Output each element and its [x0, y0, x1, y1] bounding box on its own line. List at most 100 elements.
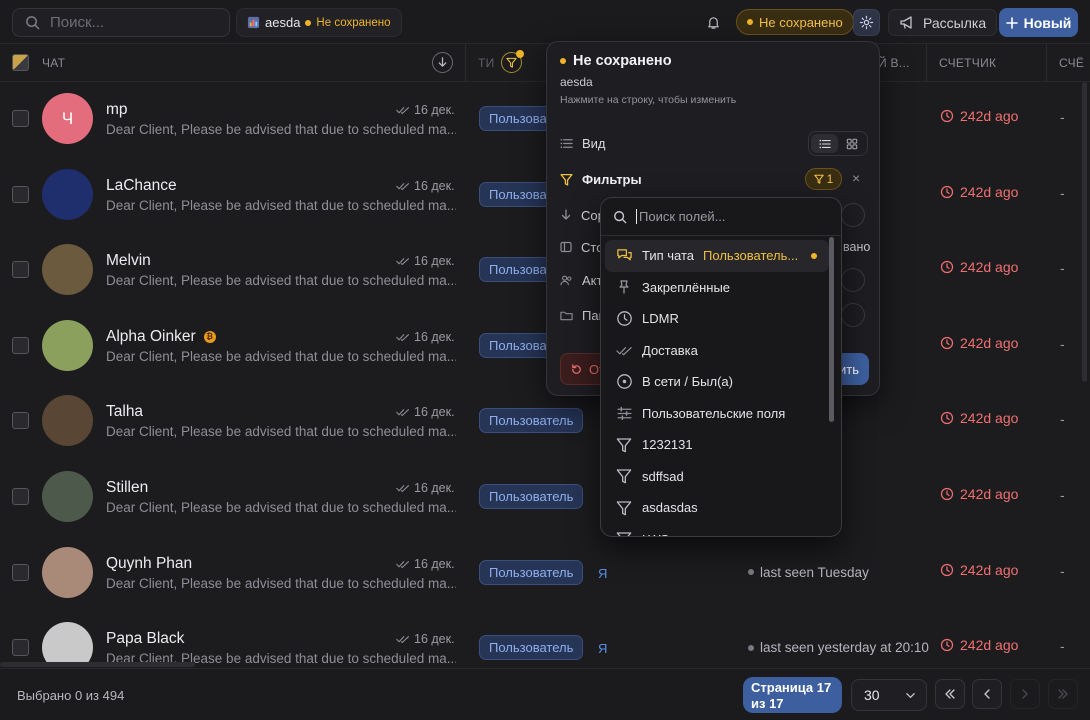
sort-direction-button[interactable]: [841, 203, 865, 227]
field-option-value: Пользователь...: [703, 248, 799, 264]
field-option-label: Пользовательские поля: [642, 405, 786, 421]
search-box[interactable]: [12, 8, 230, 37]
horizontal-scrollbar[interactable]: [0, 662, 195, 667]
last-seen: last seen Tuesday: [748, 565, 869, 580]
columns-row[interactable]: Сто: [560, 235, 603, 259]
current-view-chip[interactable]: aesda Не сохранено: [236, 8, 402, 37]
field-option[interactable]: LWS: [605, 524, 829, 536]
message-preview: Dear Client, Please be advised that due …: [106, 197, 456, 213]
last-page-button[interactable]: [1048, 679, 1078, 709]
columns-icon: [560, 241, 572, 253]
field-option-label: Закреплённые: [642, 279, 731, 295]
table-row[interactable]: Talha Dear Client, Please be advised that…: [0, 384, 1090, 460]
view-mode-toggle[interactable]: [808, 131, 868, 156]
sort-row[interactable]: Сор: [560, 203, 605, 227]
popover-view-name[interactable]: aesda: [560, 75, 593, 89]
view-mode-row[interactable]: Вид: [560, 131, 606, 155]
double-check-icon: [396, 407, 410, 417]
chat-type-badge: Пользователь: [479, 635, 584, 661]
table-row[interactable]: Alpha Oinker ₿ Dear Client, Please be advi…: [0, 309, 1090, 385]
grid-view-option[interactable]: [838, 134, 865, 153]
field-option[interactable]: LDMR: [605, 303, 829, 335]
field-list-scrollbar[interactable]: [829, 237, 834, 422]
row-checkbox[interactable]: [12, 185, 29, 203]
table-row[interactable]: Stillen Dear Client, Please be advised th…: [0, 460, 1090, 536]
first-page-button[interactable]: [935, 679, 965, 709]
page-size-select[interactable]: 30: [851, 679, 927, 711]
message-date: 16 дек.: [396, 330, 455, 344]
avatar: [42, 168, 93, 220]
double-check-icon: [396, 181, 410, 191]
row-checkbox[interactable]: [12, 412, 29, 430]
column-header-type[interactable]: ТИ: [478, 56, 495, 70]
accounts-row[interactable]: Акт: [560, 268, 602, 292]
search-input[interactable]: [50, 14, 210, 31]
avatar: [42, 395, 93, 447]
field-option[interactable]: asdasdas: [605, 492, 829, 524]
folders-select-button[interactable]: [841, 303, 865, 327]
active-filter-count[interactable]: 1: [805, 168, 842, 190]
filters-row[interactable]: Фильтры: [560, 167, 642, 191]
field-option[interactable]: Тип чата Пользователь...: [605, 240, 829, 272]
notifications-button[interactable]: [700, 9, 727, 36]
column-filter-button[interactable]: [501, 50, 524, 73]
mailing-button[interactable]: Рассылка: [888, 9, 998, 36]
field-search-box[interactable]: [601, 198, 841, 236]
clock-icon: [940, 185, 954, 199]
field-option[interactable]: Доставка: [605, 335, 829, 367]
unsaved-label: Не сохранено: [759, 14, 843, 30]
popover-hint: Нажмите на строку, чтобы изменить: [560, 94, 737, 106]
field-option[interactable]: В сети / Был(а): [605, 366, 829, 398]
field-option[interactable]: 1232131: [605, 429, 829, 461]
message-date: 16 дек.: [396, 103, 455, 117]
mailing-label: Рассылка: [923, 14, 987, 31]
table-row[interactable]: Melvin Dear Client, Please be advised tha…: [0, 233, 1090, 309]
column-header-lastseen[interactable]: Й В...: [878, 56, 910, 70]
unsaved-status-pill[interactable]: Не сохранено: [736, 9, 854, 35]
row-checkbox[interactable]: [12, 336, 29, 354]
funnel-icon: [615, 436, 633, 454]
field-option[interactable]: Пользовательские поля: [605, 398, 829, 430]
table-row[interactable]: Чmp Dear Client, Please be advised that d…: [0, 82, 1090, 158]
message-date: 16 дек.: [396, 557, 455, 571]
select-all-checkbox[interactable]: [12, 54, 29, 71]
prev-page-button[interactable]: [972, 679, 1002, 709]
clear-filters-icon[interactable]: ×: [852, 170, 860, 186]
view-settings-button[interactable]: [853, 9, 880, 36]
avatar: [42, 546, 93, 598]
table-row[interactable]: LaChance Dear Client, Please be advised t…: [0, 158, 1090, 234]
vertical-scrollbar[interactable]: [1082, 82, 1087, 382]
table-row[interactable]: Quynh Phan Dear Client, Please be advised…: [0, 536, 1090, 612]
view-mode-label: Вид: [582, 135, 606, 151]
folders-row[interactable]: Пап: [560, 303, 606, 327]
new-button[interactable]: Новый: [999, 8, 1078, 37]
field-search-input[interactable]: [636, 209, 806, 224]
filter-field-dropdown: Тип чата Пользователь... Закреплённые LDMR Д…: [600, 197, 842, 537]
row-checkbox[interactable]: [12, 110, 29, 127]
contact-name: Stillen: [106, 479, 149, 496]
row-checkbox[interactable]: [12, 488, 29, 505]
sort-button[interactable]: [432, 52, 453, 73]
column-header-chat[interactable]: ЧАТ: [42, 56, 65, 70]
accounts-select-button[interactable]: [841, 268, 865, 292]
arrow-down-icon: [560, 209, 572, 221]
column-separator: [926, 44, 927, 82]
double-check-icon: [396, 332, 410, 342]
clock-icon: [940, 487, 954, 501]
row-checkbox[interactable]: [12, 261, 29, 279]
column-header-extra[interactable]: СЧЁ: [1059, 56, 1084, 70]
column-header-counter[interactable]: СЧЕТЧИК: [939, 56, 996, 70]
message-date: 16 дек.: [396, 179, 455, 193]
next-page-button[interactable]: [1010, 679, 1040, 709]
counter-text: 242d ago: [960, 410, 1019, 427]
popover-title: Не сохранено: [560, 53, 672, 69]
message-date-text: 16 дек.: [414, 178, 455, 193]
field-option[interactable]: sdffsad: [605, 461, 829, 493]
field-option[interactable]: Закреплённые: [605, 272, 829, 304]
row-checkbox[interactable]: [12, 639, 29, 657]
list-view-option[interactable]: [811, 134, 838, 153]
counter-value: 242d ago: [940, 335, 1018, 351]
table-row[interactable]: Papa Black Dear Client, Please be advised…: [0, 611, 1090, 664]
row-checkbox[interactable]: [12, 563, 29, 581]
field-option-label: asdasdas: [642, 500, 698, 516]
